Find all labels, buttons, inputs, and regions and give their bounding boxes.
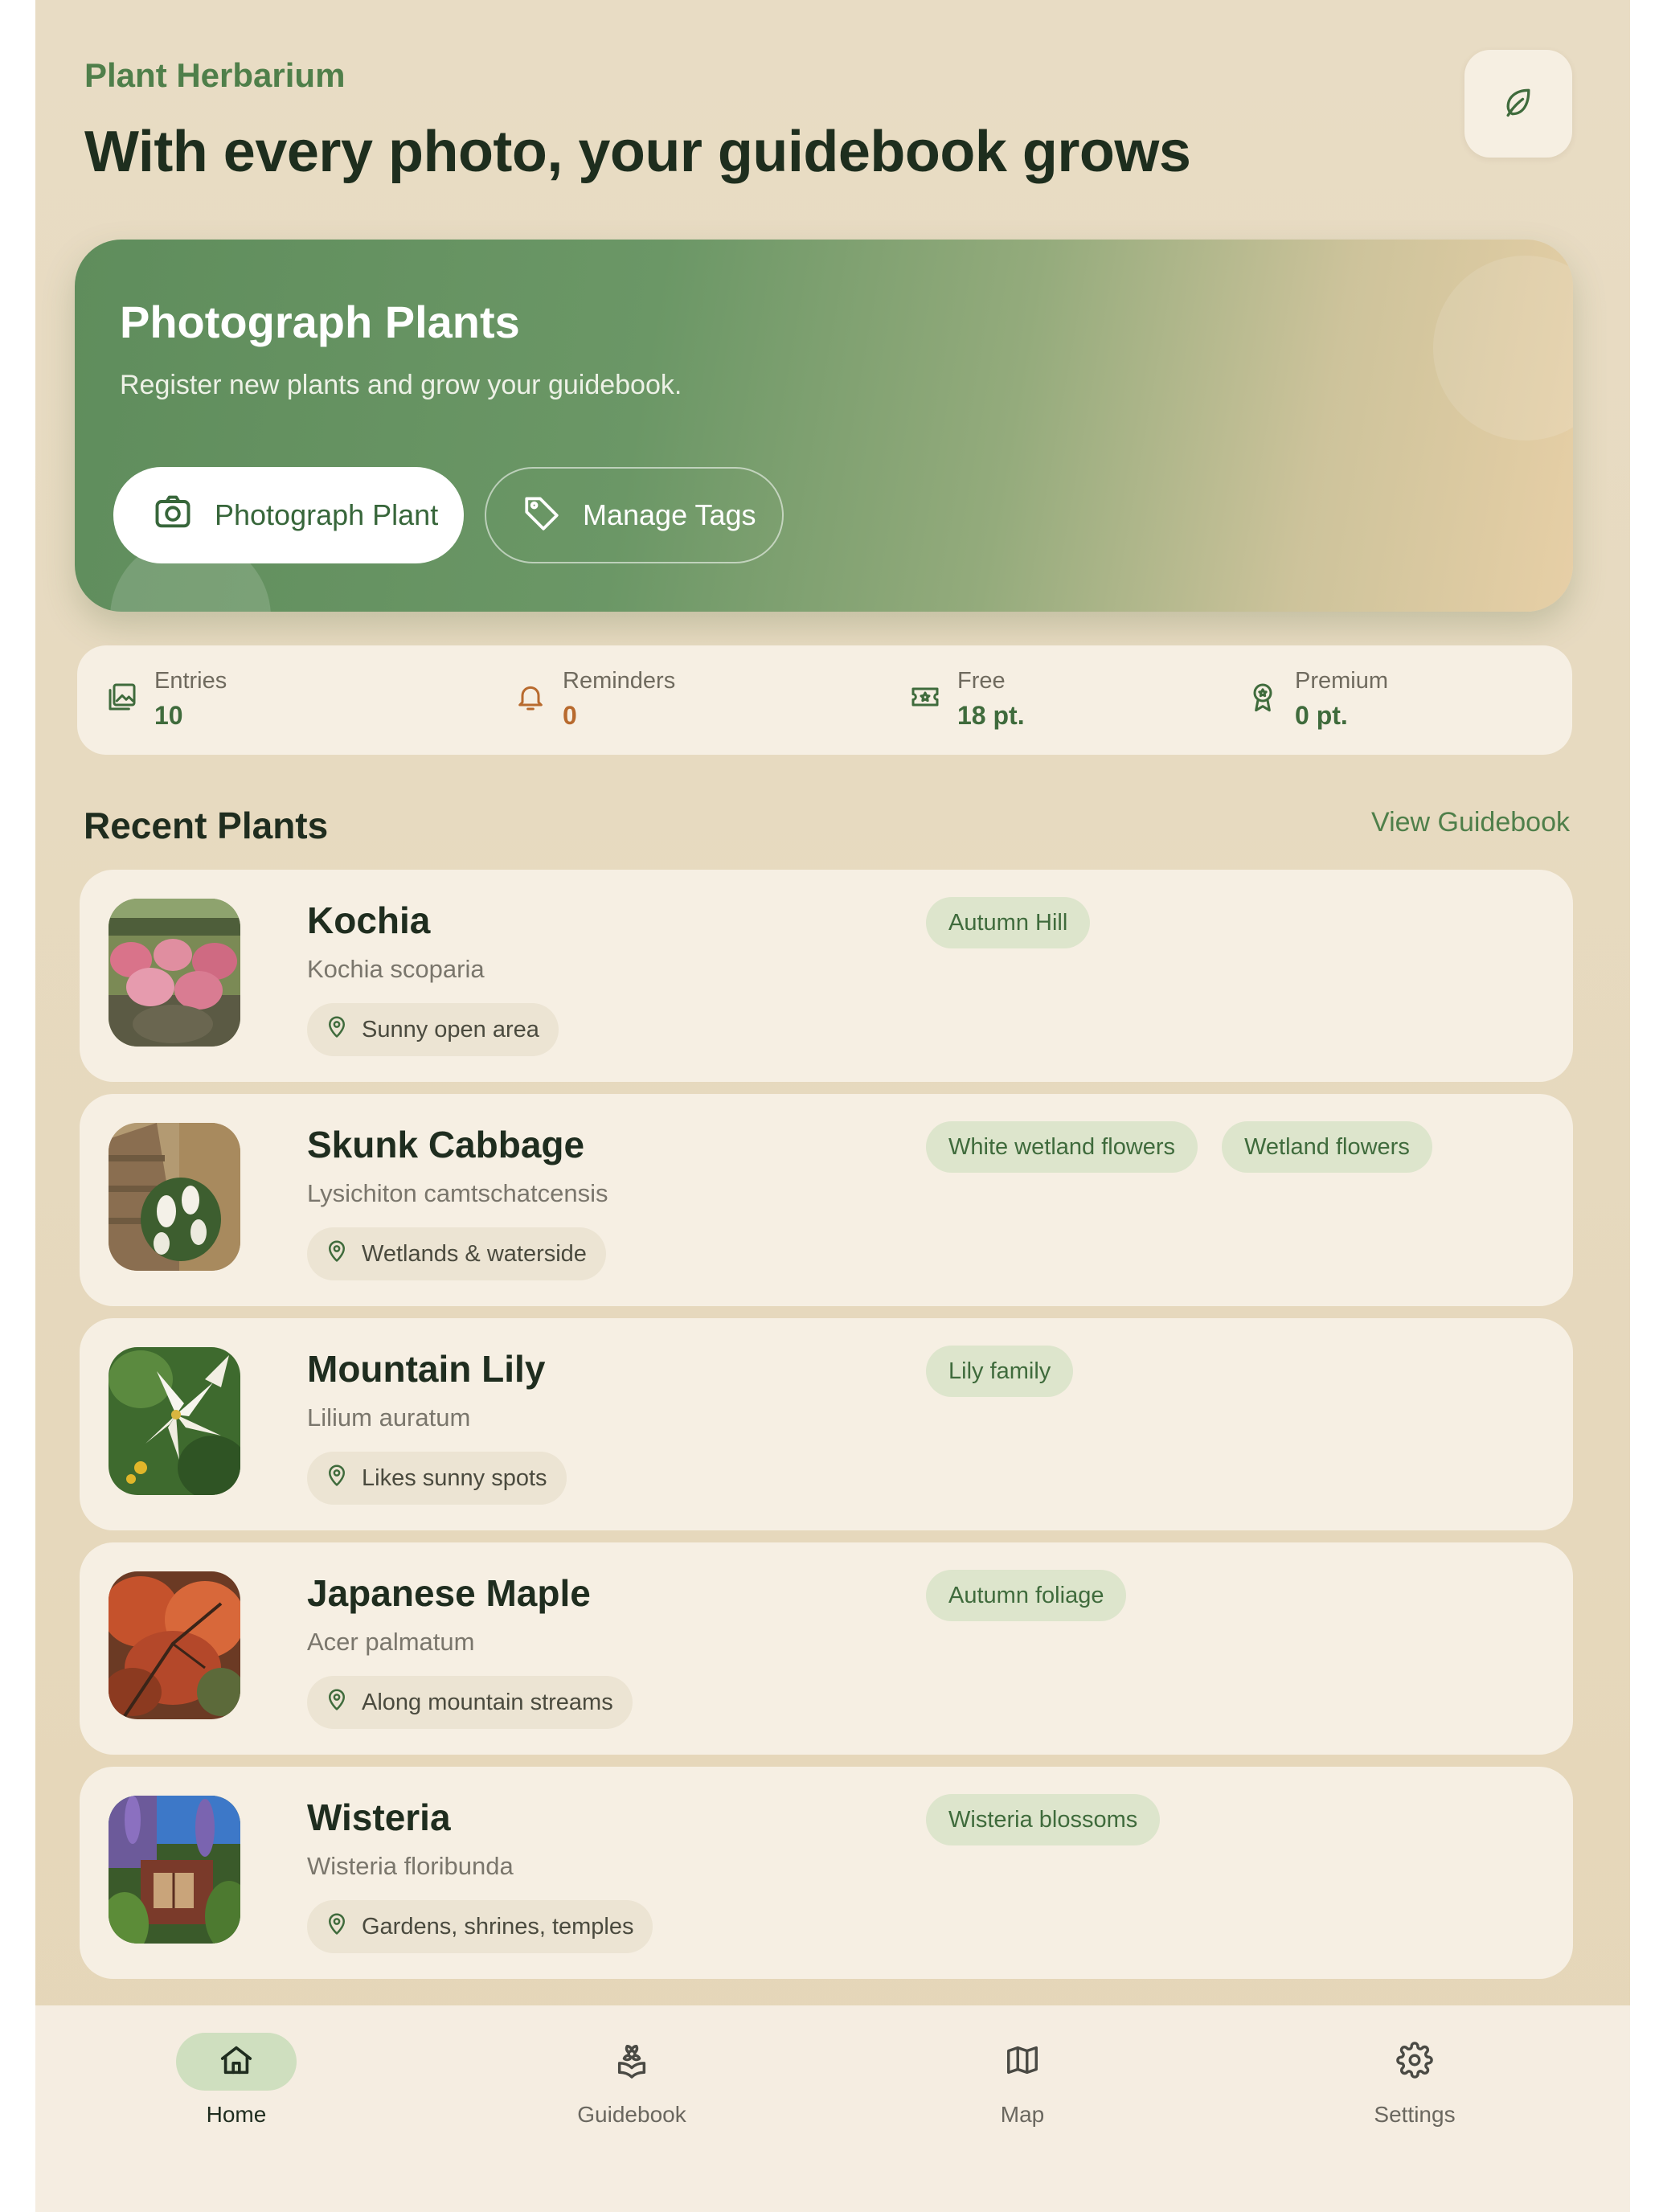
app-label: Plant Herbarium	[84, 56, 346, 94]
plant-photo	[109, 899, 240, 1047]
habitat-label: Sunny open area	[362, 1016, 539, 1043]
scientific-name: Lilium auratum	[307, 1403, 471, 1432]
plant-card[interactable]: Mountain Lily Lilium auratum Likes sunny…	[80, 1318, 1573, 1530]
stats-bar: Entries 10 Reminders 0 Free 18 pt. Premi…	[77, 645, 1572, 755]
nav-label: Home	[206, 2102, 267, 2127]
plant-photo	[109, 1796, 240, 1944]
plant-card[interactable]: Japanese Maple Acer palmatum Along mount…	[80, 1542, 1573, 1755]
habitat-label: Likes sunny spots	[362, 1464, 547, 1491]
leaf-button[interactable]	[1464, 50, 1572, 158]
plant-photo	[109, 1347, 240, 1495]
stat-entries[interactable]: Entries 10	[106, 668, 227, 731]
gear-icon	[1396, 2041, 1433, 2083]
stat-label: Premium	[1295, 668, 1389, 694]
hero-title: Photograph Plants	[120, 297, 520, 347]
ticket-star-icon	[909, 681, 944, 716]
habitat-label: Gardens, shrines, temples	[362, 1913, 634, 1940]
tag-chip[interactable]: Autumn Hill	[926, 897, 1091, 948]
stat-premium-points[interactable]: Premium 0 pt.	[1247, 668, 1388, 731]
habitat-chip: Gardens, shrines, temples	[307, 1900, 653, 1953]
tag-chip[interactable]: Lily family	[926, 1346, 1074, 1397]
tag-list: Autumn Hill	[926, 897, 1091, 948]
plant-card[interactable]: Kochia Kochia scoparia Sunny open area A…	[80, 870, 1573, 1082]
stat-value: 10	[154, 701, 183, 730]
stat-reminders[interactable]: Reminders 0	[514, 668, 675, 731]
plant-card[interactable]: Wisteria Wisteria floribunda Gardens, sh…	[80, 1767, 1573, 1979]
location-pin-icon	[325, 1911, 349, 1942]
tag-list: Lily family	[926, 1346, 1074, 1397]
stat-label: Entries	[154, 668, 227, 694]
app-screen: Plant Herbarium With every photo, your g…	[35, 0, 1630, 2212]
tag-icon	[522, 492, 562, 539]
nav-label: Guidebook	[577, 2102, 686, 2127]
stat-free-points[interactable]: Free 18 pt.	[909, 668, 1025, 731]
habitat-chip: Along mountain streams	[307, 1676, 633, 1729]
habitat-chip: Sunny open area	[307, 1003, 559, 1056]
nav-active-indicator	[176, 2033, 297, 2091]
habitat-label: Wetlands & waterside	[362, 1240, 587, 1267]
plant-photo	[109, 1571, 240, 1719]
habitat-chip: Wetlands & waterside	[307, 1227, 606, 1280]
scientific-name: Kochia scoparia	[307, 955, 485, 983]
nav-settings[interactable]: Settings	[1326, 2033, 1503, 2128]
nav-guidebook[interactable]: Guidebook	[543, 2033, 720, 2128]
tag-chip[interactable]: White wetland flowers	[926, 1121, 1198, 1173]
location-pin-icon	[325, 1014, 349, 1045]
nav-icon-wrap	[962, 2033, 1083, 2091]
bell-icon	[514, 681, 550, 716]
tag-list: Autumn foliage	[926, 1570, 1127, 1621]
tag-chip[interactable]: Wetland flowers	[1222, 1121, 1432, 1173]
plant-name: Skunk Cabbage	[307, 1124, 585, 1165]
plant-photo	[109, 1123, 240, 1271]
tag-list: White wetland flowers Wetland flowers	[926, 1121, 1432, 1173]
manage-tags-label: Manage Tags	[583, 498, 756, 531]
stat-label: Free	[957, 668, 1006, 694]
view-guidebook-link[interactable]: View Guidebook	[1371, 807, 1570, 838]
section-title: Recent Plants	[84, 805, 329, 846]
nav-label: Map	[1000, 2102, 1045, 2127]
manage-tags-button[interactable]: Manage Tags	[485, 467, 784, 563]
stat-label: Reminders	[563, 668, 676, 694]
camera-icon	[152, 491, 194, 540]
habitat-chip: Likes sunny spots	[307, 1452, 567, 1505]
location-pin-icon	[325, 1687, 349, 1718]
page-title: With every photo, your guidebook grows	[84, 120, 1191, 184]
map-icon	[1004, 2042, 1041, 2083]
bottom-nav: Home Guidebook Map Settings	[35, 2005, 1630, 2212]
scientific-name: Lysichiton camtschatcensis	[307, 1179, 608, 1207]
nav-home[interactable]: Home	[148, 2033, 325, 2128]
plant-name: Wisteria	[307, 1796, 451, 1838]
plant-name: Japanese Maple	[307, 1572, 591, 1614]
decorative-circle	[1433, 256, 1573, 440]
stat-value: 0	[563, 701, 577, 730]
scientific-name: Acer palmatum	[307, 1628, 475, 1656]
plant-name: Mountain Lily	[307, 1348, 546, 1390]
hero-card: Photograph Plants Register new plants an…	[75, 240, 1573, 612]
photograph-plant-label: Photograph Plant	[215, 498, 439, 531]
location-pin-icon	[325, 1463, 349, 1493]
photo-stack-icon	[106, 681, 141, 716]
hero-subtitle: Register new plants and grow your guideb…	[120, 370, 682, 400]
habitat-label: Along mountain streams	[362, 1689, 613, 1715]
stat-value: 0 pt.	[1295, 701, 1348, 730]
tag-chip[interactable]: Wisteria blossoms	[926, 1794, 1161, 1845]
plant-name: Kochia	[307, 899, 431, 941]
photograph-plant-button[interactable]: Photograph Plant	[113, 467, 464, 563]
tag-list: Wisteria blossoms	[926, 1794, 1161, 1845]
tag-chip[interactable]: Autumn foliage	[926, 1570, 1127, 1621]
leaf-icon	[1501, 84, 1536, 124]
nav-icon-wrap	[571, 2033, 692, 2091]
stat-value: 18 pt.	[957, 701, 1025, 730]
flower-book-icon	[613, 2042, 650, 2083]
scientific-name: Wisteria floribunda	[307, 1852, 514, 1880]
nav-label: Settings	[1374, 2102, 1456, 2127]
plant-card[interactable]: Skunk Cabbage Lysichiton camtschatcensis…	[80, 1094, 1573, 1306]
home-icon	[218, 2042, 255, 2083]
award-icon	[1247, 681, 1282, 716]
location-pin-icon	[325, 1239, 349, 1269]
nav-icon-wrap	[1354, 2033, 1475, 2091]
nav-map[interactable]: Map	[934, 2033, 1111, 2128]
